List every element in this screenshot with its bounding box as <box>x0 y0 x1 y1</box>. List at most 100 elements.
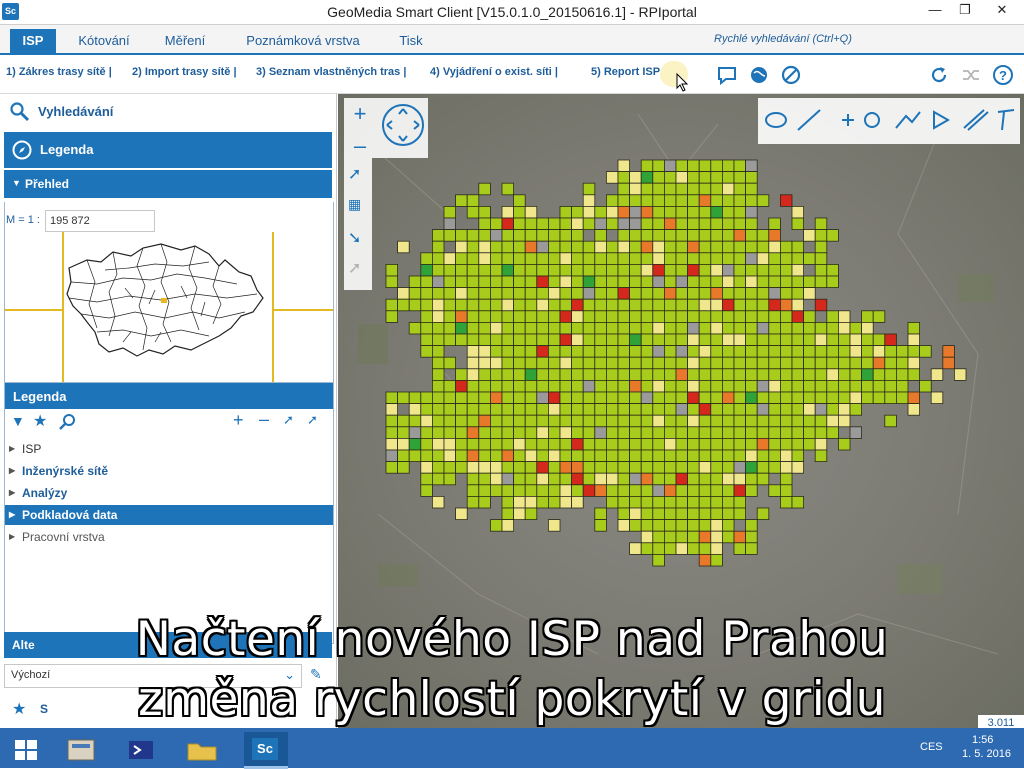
grid-cell[interactable] <box>884 379 897 393</box>
grid-cell[interactable] <box>489 321 503 335</box>
grid-cell[interactable] <box>675 206 689 219</box>
grid-cell[interactable] <box>721 252 735 265</box>
grid-cell[interactable] <box>733 240 747 254</box>
grid-cell[interactable] <box>640 437 654 451</box>
grid-cell[interactable] <box>524 403 538 416</box>
grid-cell[interactable] <box>721 461 735 474</box>
grid-cell[interactable] <box>733 426 747 439</box>
grid-cell[interactable] <box>756 298 770 312</box>
grid-cell[interactable] <box>663 252 677 265</box>
grid-cell[interactable] <box>791 287 805 300</box>
grid-cell[interactable] <box>768 287 781 300</box>
grid-cell[interactable] <box>524 298 538 312</box>
grid-cell[interactable] <box>547 519 561 532</box>
grid-cell[interactable] <box>513 472 526 486</box>
grid-cell[interactable] <box>536 449 549 463</box>
grid-cell[interactable] <box>420 310 433 323</box>
grid-cell[interactable] <box>687 472 700 486</box>
grid-cell[interactable] <box>501 345 515 358</box>
grid-cell[interactable] <box>675 414 689 428</box>
grid-cell[interactable] <box>571 403 584 416</box>
grid-cell[interactable] <box>698 206 712 219</box>
grid-cell[interactable] <box>629 171 642 184</box>
grid-cell[interactable] <box>687 252 700 265</box>
grid-cell[interactable] <box>466 206 480 219</box>
grid-cell[interactable] <box>629 484 642 497</box>
grid-cell[interactable] <box>629 275 642 289</box>
polyline-tool-icon[interactable] <box>890 100 924 142</box>
grid-cell[interactable] <box>605 484 619 497</box>
grid-cell[interactable] <box>524 240 538 254</box>
grid-cell[interactable] <box>559 414 573 428</box>
grid-cell[interactable] <box>687 321 700 335</box>
grid-cell[interactable] <box>466 287 480 300</box>
grid-cell[interactable] <box>385 437 399 451</box>
grid-cell[interactable] <box>594 426 607 439</box>
grid-cell[interactable] <box>710 275 723 289</box>
grid-cell[interactable] <box>733 206 747 219</box>
grid-cell[interactable] <box>779 484 793 497</box>
grid-cell[interactable] <box>420 414 433 428</box>
grid-cell[interactable] <box>663 182 677 196</box>
grid-cell[interactable] <box>756 229 770 242</box>
grid-cell[interactable] <box>721 229 735 242</box>
grid-cell[interactable] <box>582 333 596 347</box>
grid-cell[interactable] <box>617 252 631 265</box>
grid-cell[interactable] <box>420 252 433 265</box>
grid-cell[interactable] <box>443 437 457 451</box>
smart-client-taskbar-button[interactable]: Sc <box>244 732 288 769</box>
grid-cell[interactable] <box>721 345 735 358</box>
grid-cell[interactable] <box>698 275 712 289</box>
grid-cell[interactable] <box>547 345 561 358</box>
grid-cell[interactable] <box>432 495 445 509</box>
grid-cell[interactable] <box>721 507 735 521</box>
grid-cell[interactable] <box>478 298 491 312</box>
grid-cell[interactable] <box>721 287 735 300</box>
grid-cell[interactable] <box>559 345 573 358</box>
grid-cell[interactable] <box>698 263 712 277</box>
grid-cell[interactable] <box>605 206 619 219</box>
grid-cell[interactable] <box>756 437 770 451</box>
grid-cell[interactable] <box>629 229 642 242</box>
grid-cell[interactable] <box>559 321 573 335</box>
grid-cell[interactable] <box>582 414 596 428</box>
grid-cell[interactable] <box>455 240 468 254</box>
grid-cell[interactable] <box>432 414 445 428</box>
grid-cell[interactable] <box>721 472 735 486</box>
grid-cell[interactable] <box>571 310 584 323</box>
grid-cell[interactable] <box>710 542 723 555</box>
grid-cell[interactable] <box>687 275 700 289</box>
grid-cell[interactable] <box>432 449 445 463</box>
grid-cell[interactable] <box>687 542 700 555</box>
grid-cell[interactable] <box>547 368 561 381</box>
grid-cell[interactable] <box>756 472 770 486</box>
grid-cell[interactable] <box>629 426 642 439</box>
grid-cell[interactable] <box>687 263 700 277</box>
grid-cell[interactable] <box>907 391 921 405</box>
grid-cell[interactable] <box>745 229 758 242</box>
grid-cell[interactable] <box>420 321 433 335</box>
grid-cell[interactable] <box>547 379 561 393</box>
grid-cell[interactable] <box>768 275 781 289</box>
grid-cell[interactable] <box>443 449 457 463</box>
grid-cell[interactable] <box>710 321 723 335</box>
grid-cell[interactable] <box>791 310 805 323</box>
grid-cell[interactable] <box>432 275 445 289</box>
grid-cell[interactable] <box>663 333 677 347</box>
grid-cell[interactable] <box>489 287 503 300</box>
grid-cell[interactable] <box>513 495 526 509</box>
grid-cell[interactable] <box>710 426 723 439</box>
grid-cell[interactable] <box>652 368 665 381</box>
grid-cell[interactable] <box>756 275 770 289</box>
grid-cell[interactable] <box>907 333 921 347</box>
grid-cell[interactable] <box>478 426 491 439</box>
grid-cell[interactable] <box>814 403 828 416</box>
grid-cell[interactable] <box>629 217 642 231</box>
grid-cell[interactable] <box>524 252 538 265</box>
grid-cell[interactable] <box>629 391 642 405</box>
grid-cell[interactable] <box>617 263 631 277</box>
grid-cell[interactable] <box>524 437 538 451</box>
grid-cell[interactable] <box>466 461 480 474</box>
remove-layer-icon[interactable]: – <box>259 409 269 430</box>
grid-cell[interactable] <box>466 298 480 312</box>
